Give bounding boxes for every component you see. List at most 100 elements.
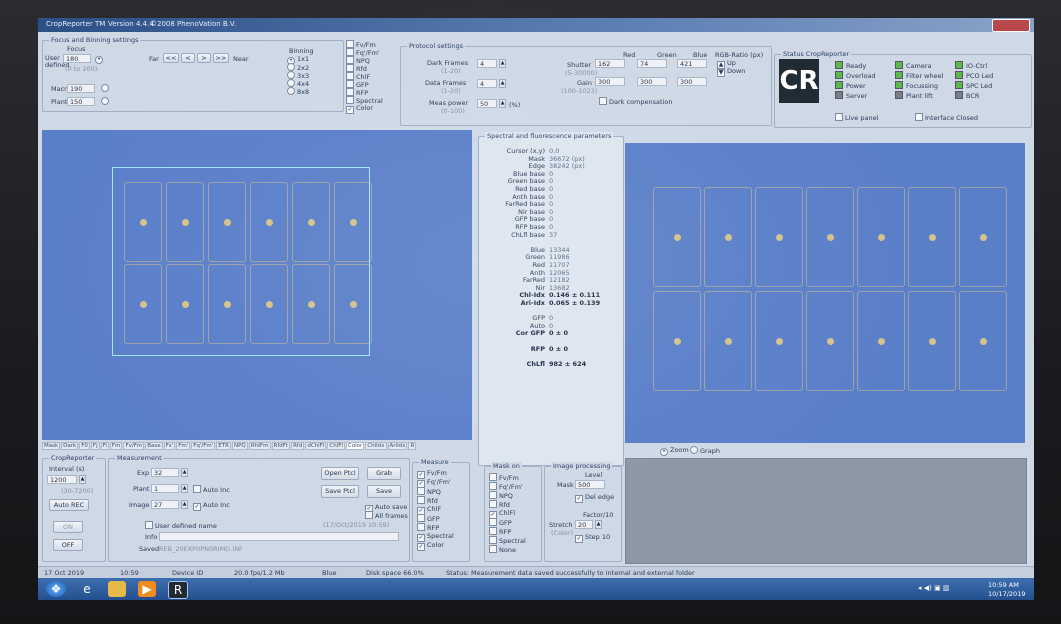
plant-auto-inc-checkbox[interactable]: Auto Inc [193,485,230,494]
del-edge-checkbox[interactable]: ✓ Del edge [575,493,614,503]
focus-near-fast-button[interactable]: >> [213,53,229,63]
stretch-spinner[interactable]: ▲ [595,520,602,529]
dark-frames-input[interactable]: 4 [477,59,497,68]
measure-gfp-checkbox[interactable]: GFP [417,514,440,523]
gain-green-input[interactable]: 300 [637,77,667,86]
grab-button[interactable]: Grab [367,467,401,480]
tab-fq-fm-[interactable]: Fq'/Fm' [191,442,216,450]
image-spinner[interactable]: ▲ [181,500,188,509]
measure-npq-checkbox[interactable]: NPQ [417,487,441,496]
tab-rfd[interactable]: Rfd [291,442,305,450]
focus-far-fast-button[interactable]: << [163,53,179,63]
shutter-red-input[interactable]: 162 [595,59,625,68]
shutter-blue-input[interactable]: 421 [677,59,707,68]
plant-focus-radio[interactable] [101,97,111,106]
focus-user-radio[interactable]: • [95,54,105,64]
tab-dark[interactable]: Dark [61,442,79,450]
measure-rfd-checkbox[interactable]: Rfd [417,496,438,505]
plant-spinner[interactable]: ▲ [181,484,188,493]
interval-input[interactable]: 1200 [47,475,77,484]
tab-fm[interactable]: Fm [109,442,123,450]
interval-spinner[interactable]: ▲ [79,475,86,484]
focus-near-button[interactable]: > [197,53,211,63]
mask-on-rfd-checkbox[interactable]: Rfd [489,500,510,509]
save-ptcl-button[interactable]: Save Ptcl [321,485,359,498]
tab-mask[interactable]: Mask [42,442,61,450]
open-ptcl-button[interactable]: Open Ptcl [321,467,359,480]
zoom-selection-rect[interactable] [112,167,370,356]
right-image-view[interactable] [625,143,1025,443]
media-player-icon[interactable]: ▶ [138,581,156,597]
gain-blue-input[interactable]: 300 [677,77,707,86]
shutter-green-input[interactable]: 74 [637,59,667,68]
close-button[interactable] [992,19,1030,32]
meas-power-spinner[interactable]: ▲ [499,99,506,108]
exp-input[interactable]: 32 [151,468,179,477]
image-auto-inc-checkbox[interactable]: ✓ Auto Inc [193,501,230,511]
clock-date[interactable]: 10/17/2019 [988,590,1025,598]
focus-user-input[interactable]: 180 [63,54,91,63]
auto-rec-button[interactable]: Auto REC [49,499,89,511]
measure-type-color[interactable]: ✓ Color [346,104,373,114]
tab-fi[interactable]: Fi [100,442,109,450]
dark-compensation-checkbox[interactable]: Dark compensation [599,97,672,106]
rgb-down-button[interactable]: ▼ Down [717,67,745,77]
measure-color-checkbox[interactable]: ✓ Color [417,541,444,551]
live-panel-checkbox[interactable]: Live panel [835,113,878,122]
stretch-input[interactable]: 20 [575,520,593,529]
tab-base[interactable]: Base [145,442,163,450]
image-input[interactable]: 27 [151,500,179,509]
data-frames-spinner[interactable]: ▲ [499,79,506,88]
mask-on-rfp-checkbox[interactable]: RFP [489,527,511,536]
tab-fm-[interactable]: Fm' [176,442,191,450]
on-button[interactable]: ON [53,521,83,533]
tab-f0[interactable]: F0 [79,442,90,450]
mask-on-gfp-checkbox[interactable]: GFP [489,518,512,527]
mask-on-fv-fm-checkbox[interactable]: Fv/Fm [489,473,519,482]
left-image-view[interactable] [42,130,472,440]
tab-color[interactable]: Color [345,442,365,450]
tab-npq[interactable]: NPQ [231,442,248,450]
dark-frames-spinner[interactable]: ▲ [499,59,506,68]
cropreporter-taskbar-icon[interactable]: R [168,581,188,599]
focus-far-button[interactable]: < [181,53,195,63]
tab-chlfl[interactable]: ChlFl [327,442,345,450]
zoom-radio[interactable]: • Zoom [660,446,689,456]
interface-closed-checkbox[interactable]: Interface Closed [915,113,978,122]
measure-rfp-checkbox[interactable]: RFP [417,523,439,532]
tab-etr[interactable]: ETR [216,442,231,450]
tab-fs-[interactable]: Fs' [163,442,176,450]
tab-rfdft[interactable]: RfdFt [271,442,291,450]
gain-red-input[interactable]: 300 [595,77,625,86]
binning-option-8x8[interactable]: 8x8 [287,87,309,96]
mask-on-npq-checkbox[interactable]: NPQ [489,491,513,500]
user-defined-name-checkbox[interactable]: User defined name [145,521,217,530]
plant-input[interactable]: 1 [151,484,179,493]
histogram-panel[interactable] [625,458,1027,564]
tab-fj[interactable]: Fj [90,442,100,450]
tab-ariidx[interactable]: AriIdx [387,442,408,450]
off-button[interactable]: OFF [53,539,83,551]
tab-r[interactable]: R [408,442,417,450]
data-frames-input[interactable]: 4 [477,79,497,88]
mask-on-none-checkbox[interactable]: None [489,545,516,554]
tray-icons[interactable]: ◂ ◀) ▣ ▥ [918,584,950,592]
meas-power-input[interactable]: 50 [477,99,497,108]
ie-icon[interactable]: e [78,581,96,597]
start-button[interactable]: ❖ [46,581,66,597]
all-frames-checkbox[interactable]: All frames [365,511,408,520]
info-input[interactable] [159,532,399,541]
clock-time[interactable]: 10:59 AM [988,581,1019,589]
mask-on-fq-fm--checkbox[interactable]: Fq'/Fm' [489,482,523,491]
plant-focus-input[interactable]: 150 [67,97,95,106]
mask-on-spectral-checkbox[interactable]: Spectral [489,536,526,545]
save-button[interactable]: Save [367,485,401,498]
step-10-checkbox[interactable]: ✓ Step 10 [575,533,610,543]
graph-radio[interactable]: Graph [690,446,720,455]
macro-input[interactable]: 190 [67,84,95,93]
mask-level-input[interactable]: 500 [575,480,605,489]
folder-icon[interactable] [108,581,126,597]
macro-radio[interactable] [101,84,111,93]
tab-rfdfm[interactable]: RfdFm [248,442,271,450]
tab-fv-fm[interactable]: Fv/Fm [123,442,145,450]
